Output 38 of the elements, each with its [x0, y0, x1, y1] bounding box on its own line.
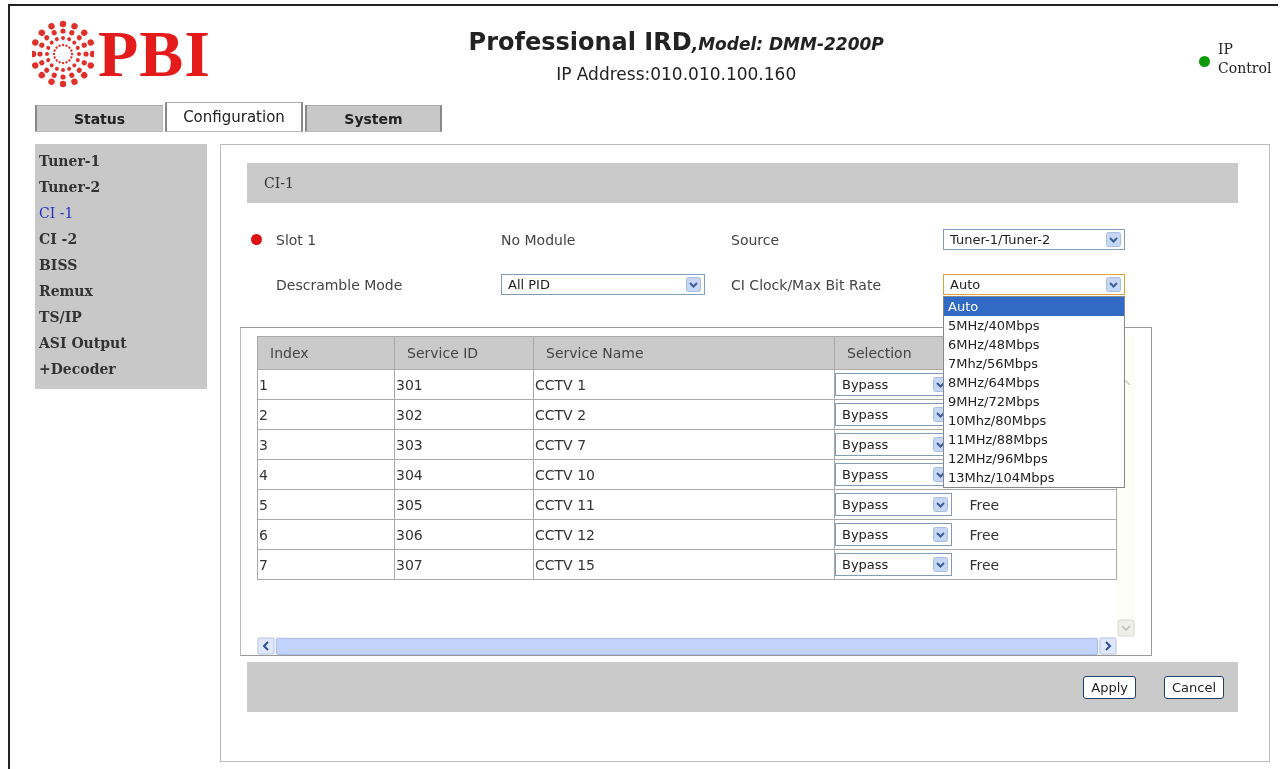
column-header: Service ID [394, 336, 534, 370]
section-title: CI-1 [264, 175, 294, 191]
slot-status: No Module [501, 231, 577, 248]
table-cell: Free [969, 526, 1000, 543]
table-cell: 7 [257, 549, 395, 580]
table-cell: 303 [394, 429, 534, 460]
column-header: Index [257, 336, 395, 370]
table-cell: CCTV 1 [533, 369, 835, 400]
table-cell: 5 [257, 489, 395, 520]
logo-text: PBI [98, 21, 212, 87]
table-cell: CCTV 15 [533, 549, 835, 580]
table-cell: Free [969, 496, 1000, 513]
table-cell: 4 [257, 459, 395, 490]
field-label: CI Clock/Max Bit Rate [731, 276, 883, 293]
table-cell: 6 [257, 519, 395, 550]
table-cell: Free [969, 556, 1000, 573]
ip-control-label: IP Control [1218, 40, 1273, 78]
table-cell: CCTV 12 [533, 519, 835, 550]
field-label: Slot 1 [276, 231, 318, 248]
table-cell: 306 [394, 519, 534, 550]
table-cell: CCTV 11 [533, 489, 835, 520]
field-label: Descramble Mode [276, 276, 404, 293]
table-cell: 1 [257, 369, 395, 400]
table-cell: CCTV 2 [533, 399, 835, 430]
model-name: ,Model: DMM-2200P [691, 34, 884, 54]
ip-address: IP Address:010.010.100.160 [556, 64, 797, 84]
table-cell: 3 [257, 429, 395, 460]
field-label: Source [731, 231, 781, 248]
column-header: Service Name [533, 336, 835, 370]
table-cell: 302 [394, 399, 534, 430]
table-cell: 301 [394, 369, 534, 400]
page-title: Professional IRD [468, 28, 692, 56]
table-cell: CCTV 10 [533, 459, 835, 490]
table-cell: 2 [257, 399, 395, 430]
table-cell: 307 [394, 549, 534, 580]
table-cell: 305 [394, 489, 534, 520]
table-cell: CCTV 7 [533, 429, 835, 460]
table-cell: 304 [394, 459, 534, 490]
